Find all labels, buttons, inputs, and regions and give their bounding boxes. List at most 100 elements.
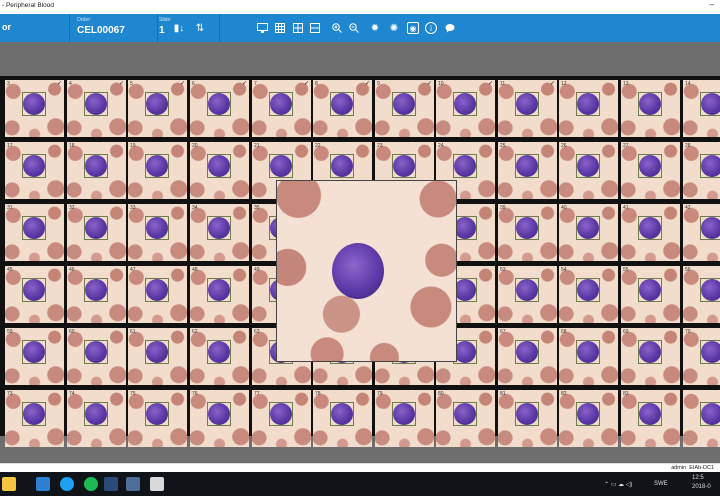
cell-thumbnail[interactable]: 25 xyxy=(498,142,557,199)
cell-thumbnail[interactable]: 9 ✓ xyxy=(375,80,434,137)
photos-icon[interactable] xyxy=(150,477,164,491)
cell-thumbnail[interactable]: 47 xyxy=(128,266,187,323)
cell-image xyxy=(23,341,45,363)
taskbar: ⌃ ▭ ☁ ◁) SWE 12:5 2018-0 xyxy=(0,472,720,496)
cell-thumbnail[interactable]: 83 xyxy=(621,390,680,447)
cell-image xyxy=(393,93,415,115)
system-tray: ⌃ ▭ ☁ ◁) SWE 12:5 2018-0 xyxy=(596,472,716,496)
cell-thumbnail[interactable]: 78 xyxy=(313,390,372,447)
cell-image xyxy=(85,403,107,425)
cell-thumbnail[interactable]: 61 xyxy=(128,328,187,385)
cell-thumbnail[interactable]: 11 ✓ xyxy=(498,80,557,137)
filter-icon[interactable]: ⇅ xyxy=(194,22,206,34)
cell-number: 19 xyxy=(130,143,136,149)
toolbar-left-section: or xyxy=(0,14,70,42)
cell-thumbnail[interactable]: 20 xyxy=(190,142,249,199)
monitor-icon[interactable] xyxy=(256,22,268,34)
cell-image xyxy=(577,341,599,363)
tray-language[interactable]: SWE xyxy=(654,481,668,487)
cell-thumbnail[interactable]: 80 xyxy=(436,390,495,447)
cell-thumbnail[interactable]: 14 xyxy=(683,80,720,137)
cell-thumbnail[interactable]: 48 xyxy=(190,266,249,323)
reference-icon[interactable]: ◉ xyxy=(407,22,419,34)
zoom-out-icon[interactable] xyxy=(348,22,360,34)
cell-thumbnail[interactable]: 68 xyxy=(559,328,618,385)
cell-thumbnail[interactable]: 4 ✓ xyxy=(67,80,126,137)
cell-thumbnail[interactable]: 82 xyxy=(559,390,618,447)
explorer-icon[interactable] xyxy=(2,477,16,491)
cell-thumbnail[interactable]: 33 xyxy=(128,204,187,261)
cell-thumbnail[interactable]: 55 xyxy=(621,266,680,323)
cell-number: 34 xyxy=(192,205,198,211)
cell-number: 53 xyxy=(500,267,506,273)
spotify-icon[interactable] xyxy=(84,477,98,491)
cell-thumbnail[interactable]: 31 xyxy=(5,204,64,261)
cell-thumbnail[interactable]: 32 xyxy=(67,204,126,261)
cell-thumbnail[interactable]: 56 xyxy=(683,266,720,323)
cell-thumbnail[interactable]: 6 ✓ xyxy=(190,80,249,137)
cell-thumbnail[interactable] xyxy=(683,390,720,447)
cell-thumbnail[interactable]: 26 xyxy=(559,142,618,199)
cell-thumbnail[interactable]: 10 ✓ xyxy=(436,80,495,137)
cell-number: 69 xyxy=(623,329,629,335)
cell-number: 40 xyxy=(561,205,567,211)
brightness-up-icon[interactable]: ✹ xyxy=(369,22,381,34)
cell-thumbnail[interactable]: 75 xyxy=(128,390,187,447)
cell-thumbnail[interactable]: 42 xyxy=(683,204,720,261)
cell-thumbnail[interactable]: 27 xyxy=(621,142,680,199)
cell-thumbnail[interactable]: 40 xyxy=(559,204,618,261)
edge-icon[interactable] xyxy=(36,477,50,491)
cell-number: 28 xyxy=(685,143,691,149)
status-user-name: admin xyxy=(671,465,687,471)
app-icon[interactable] xyxy=(104,477,118,491)
cell-thumbnail[interactable]: 70 xyxy=(683,328,720,385)
cell-thumbnail[interactable]: 12 xyxy=(559,80,618,137)
cell-thumbnail[interactable]: 46 xyxy=(67,266,126,323)
cell-thumbnail[interactable]: 28 xyxy=(683,142,720,199)
comment-icon[interactable] xyxy=(444,22,456,34)
cell-thumbnail[interactable]: 5 ✓ xyxy=(128,80,187,137)
cell-thumbnail[interactable]: 3 ✓ xyxy=(5,80,64,137)
tray-date[interactable]: 2018-0 xyxy=(692,484,711,490)
info-icon[interactable]: i xyxy=(425,22,437,34)
browser-icon[interactable] xyxy=(126,477,140,491)
sort-icon[interactable]: ▮↓ xyxy=(173,22,185,34)
cell-thumbnail[interactable]: 81 xyxy=(498,390,557,447)
cell-thumbnail[interactable]: 53 xyxy=(498,266,557,323)
minimize-button[interactable]: – xyxy=(710,0,714,9)
cell-thumbnail[interactable]: 18 xyxy=(67,142,126,199)
grid-medium-icon[interactable] xyxy=(292,22,304,34)
cell-thumbnail[interactable]: 41 xyxy=(621,204,680,261)
cell-thumbnail[interactable]: 69 xyxy=(621,328,680,385)
cell-thumbnail[interactable]: 17 xyxy=(5,142,64,199)
cell-thumbnail[interactable]: 54 xyxy=(559,266,618,323)
tray-icons[interactable]: ⌃ ▭ ☁ ◁) xyxy=(604,481,632,488)
cell-thumbnail[interactable]: 76 xyxy=(190,390,249,447)
cell-thumbnail[interactable]: 7 ✓ xyxy=(252,80,311,137)
grid-large-icon[interactable] xyxy=(309,22,321,34)
cell-thumbnail[interactable]: 79 xyxy=(375,390,434,447)
cell-thumbnail[interactable]: 34 xyxy=(190,204,249,261)
cell-number: 6 xyxy=(192,81,195,87)
zoom-in-icon[interactable] xyxy=(331,22,343,34)
cell-thumbnail[interactable]: 59 xyxy=(5,328,64,385)
cell-thumbnail[interactable]: 8 ✓ xyxy=(313,80,372,137)
cell-thumbnail[interactable]: 67 xyxy=(498,328,557,385)
cell-thumbnail[interactable]: 62 xyxy=(190,328,249,385)
cell-thumbnail[interactable]: 45 xyxy=(5,266,64,323)
brightness-down-icon[interactable]: ✺ xyxy=(388,22,400,34)
cell-thumbnail[interactable]: 13 xyxy=(621,80,680,137)
tray-time[interactable]: 12:5 xyxy=(692,475,704,481)
cell-thumbnail[interactable]: 73 xyxy=(5,390,64,447)
skype-icon[interactable] xyxy=(60,477,74,491)
cell-thumbnail[interactable]: 19 xyxy=(128,142,187,199)
grid-small-icon[interactable] xyxy=(274,22,286,34)
order-section[interactable]: Order: CEL00067 xyxy=(70,14,158,42)
cell-thumbnail[interactable]: 39 xyxy=(498,204,557,261)
slide-section[interactable]: Slide: 1 ▮↓ ⇅ xyxy=(158,14,220,42)
cell-thumbnail[interactable]: 60 xyxy=(67,328,126,385)
cell-thumbnail[interactable]: 77 xyxy=(252,390,311,447)
cell-thumbnail[interactable]: 74 xyxy=(67,390,126,447)
cell-image xyxy=(270,403,292,425)
toolbar-left-label: or xyxy=(2,22,11,32)
